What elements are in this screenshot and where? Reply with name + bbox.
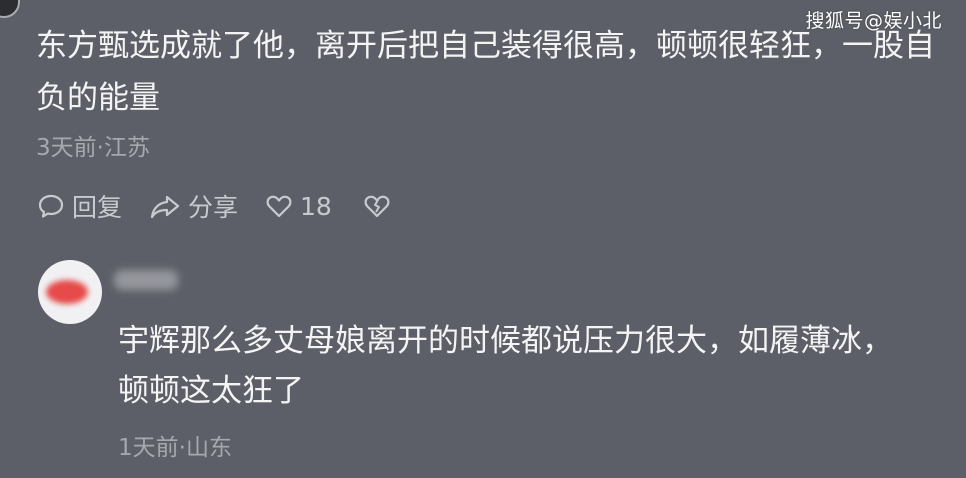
share-label: 分享 <box>188 193 239 222</box>
comment-actions: 回复 分享 18 <box>36 186 424 226</box>
share-icon <box>148 191 188 221</box>
share-button[interactable]: 分享 <box>148 188 238 224</box>
reply-button[interactable]: 回复 <box>36 188 122 224</box>
commenter-avatar[interactable] <box>0 0 20 18</box>
reply-avatar[interactable] <box>38 260 102 324</box>
reply-username-blurred <box>114 270 178 290</box>
heart-icon <box>264 191 300 221</box>
dislike-button[interactable] <box>362 191 398 221</box>
like-count: 18 <box>300 191 332 221</box>
comment-text: 东方甄选成就了他，离开后把自己装得很高，顿顿很轻狂，一股自负的能量 <box>36 28 935 116</box>
comment-bubble-icon <box>36 191 72 221</box>
like-button[interactable]: 18 <box>264 191 332 221</box>
reply-label: 回复 <box>72 193 123 222</box>
comment-meta: 3天前·江苏 <box>36 135 150 161</box>
avatar-blur-mask <box>46 280 88 304</box>
reply-text: 宇辉那么多丈母娘离开的时候都说压力很大，如履薄冰，顿顿这太狂了 <box>118 323 893 409</box>
broken-heart-icon <box>362 191 398 221</box>
reply-meta: 1天前·山东 <box>118 435 232 461</box>
